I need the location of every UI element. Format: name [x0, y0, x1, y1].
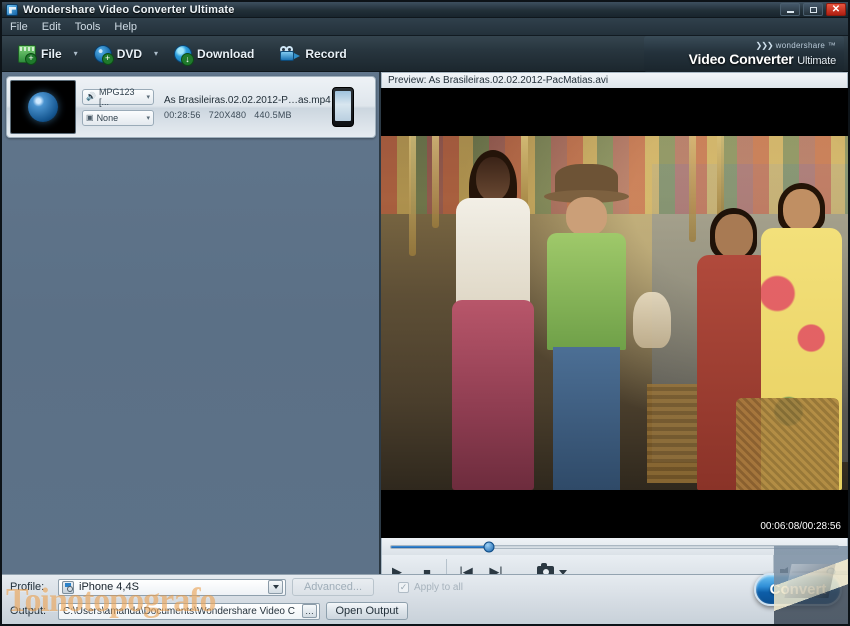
window-title: Wondershare Video Converter Ultimate [23, 3, 235, 16]
subtitle-icon: ▣ [86, 113, 94, 122]
profile-row: Profile: iPhone 4,4S Advanced... ✓ Apply… [2, 575, 848, 599]
iphone-thumbnail-icon [332, 87, 354, 127]
audio-track-value: MPG123 [... [98, 86, 135, 107]
file-metadata: As Brasileiras.02.02.2012-P…as.mp4 00:28… [164, 95, 332, 120]
brand-company-row: ❯❯❯ wondershare ™ [756, 41, 836, 50]
video-display[interactable] [381, 88, 848, 538]
load-dvd-button[interactable]: DVD [88, 42, 148, 66]
audio-track-dropdown[interactable]: 🔊 MPG123 [... ▾ [82, 86, 154, 107]
wave-mark-icon: ❯❯❯ [755, 41, 774, 50]
brand-product: Video Converter Ultimate [688, 51, 837, 67]
file-size: 440.5MB [254, 109, 292, 120]
audio-caret-icon: ▾ [146, 93, 150, 101]
minimize-button[interactable] [780, 3, 800, 16]
apply-to-all-label: Apply to all [414, 581, 463, 593]
overlay-image [774, 546, 848, 624]
subtitle-caret-icon: ▾ [146, 114, 150, 122]
menu-item-tools[interactable]: Tools [75, 21, 101, 33]
output-row: Output: C:\Users\amanda\Documents\Wonder… [2, 599, 848, 623]
output-label: Output: [10, 605, 47, 617]
seek-slider[interactable] [390, 541, 839, 552]
close-button[interactable]: ✕ [826, 3, 846, 16]
load-dvd-dropdown-caret[interactable]: ▾ [154, 49, 158, 58]
audio-icon: 🔊 [86, 92, 96, 101]
menu-item-edit[interactable]: Edit [42, 21, 61, 33]
load-dvd-label: DVD [116, 46, 143, 61]
apply-to-all-check-icon: ✓ [398, 581, 409, 593]
add-file-dropdown-caret[interactable]: ▾ [74, 49, 78, 58]
preview-panel: Preview: As Brasileiras.02.02.2012-PacMa… [381, 72, 848, 590]
output-path-field[interactable]: C:\Users\amanda\Documents\Wondershare Vi… [58, 602, 320, 620]
time-display: 00:06:08/00:28:56 [760, 521, 841, 532]
globe-thumbnail-icon [28, 92, 58, 122]
title-bar: Wondershare Video Converter Ultimate ✕ [2, 2, 848, 18]
apply-to-all-checkbox[interactable]: ✓ Apply to all [398, 581, 463, 593]
profile-dropdown-button[interactable] [268, 580, 283, 594]
window-controls: ✕ [780, 3, 846, 16]
maximize-button[interactable] [803, 3, 823, 16]
add-file-button[interactable]: File [12, 42, 68, 66]
open-output-button[interactable]: Open Output [326, 602, 408, 620]
profile-dropdown[interactable]: iPhone 4,4S [58, 578, 286, 596]
subtitle-value: None [96, 112, 119, 123]
video-thumbnail [10, 80, 76, 134]
seek-slider-handle[interactable] [483, 541, 495, 552]
seek-progress-fill [391, 545, 490, 548]
brand-logo: ❯❯❯ wondershare ™ Video Converter Ultima… [644, 36, 844, 72]
file-resolution: 720X480 [208, 109, 247, 120]
application-window: Wondershare Video Converter Ultimate ✕ F… [0, 0, 850, 626]
add-file-icon [18, 44, 37, 65]
video-frame [381, 136, 848, 490]
add-file-label: File [41, 46, 62, 61]
download-label: Download [197, 46, 255, 61]
profile-label: Profile: [10, 581, 45, 593]
record-label: Record [305, 46, 347, 61]
advanced-button[interactable]: Advanced... [292, 578, 374, 596]
app-logo-icon [6, 3, 18, 16]
track-selectors: 🔊 MPG123 [... ▾ ▣ None ▾ [82, 86, 154, 126]
camcorder-icon [280, 45, 301, 63]
profile-value: iPhone 4,4S [79, 581, 139, 593]
brand-edition: Ultimate [797, 55, 836, 67]
brand-product-name: Video Converter [688, 51, 794, 67]
subtitle-dropdown[interactable]: ▣ None ▾ [82, 109, 154, 126]
file-specs: 00:28:56 720X480 440.5MB [164, 110, 332, 120]
browse-folder-button[interactable]: … [302, 604, 317, 618]
file-duration: 00:28:56 [164, 109, 201, 120]
download-globe-icon [174, 44, 195, 66]
list-item[interactable]: 🔊 MPG123 [... ▾ ▣ None ▾ As Brasileiras.… [6, 76, 376, 138]
preview-title: Preview: As Brasileiras.02.02.2012-PacMa… [381, 72, 848, 88]
device-profile-icon [62, 580, 74, 594]
menu-item-help[interactable]: Help [114, 21, 137, 33]
file-name: As Brasileiras.02.02.2012-P…as.mp4 [164, 94, 331, 106]
dvd-disc-icon [93, 44, 114, 65]
file-list-panel[interactable]: 🔊 MPG123 [... ▾ ▣ None ▾ As Brasileiras.… [2, 72, 380, 574]
menu-item-file[interactable]: File [10, 21, 28, 33]
download-button[interactable]: Download [168, 42, 260, 66]
menu-bar: File Edit Tools Help [2, 18, 848, 36]
output-path-value: C:\Users\amanda\Documents\Wondershare Vi… [63, 605, 295, 617]
record-button[interactable]: Record [274, 42, 352, 66]
brand-company: wondershare ™ [775, 41, 836, 50]
bottom-bar: Profile: iPhone 4,4S Advanced... ✓ Apply… [2, 574, 848, 624]
